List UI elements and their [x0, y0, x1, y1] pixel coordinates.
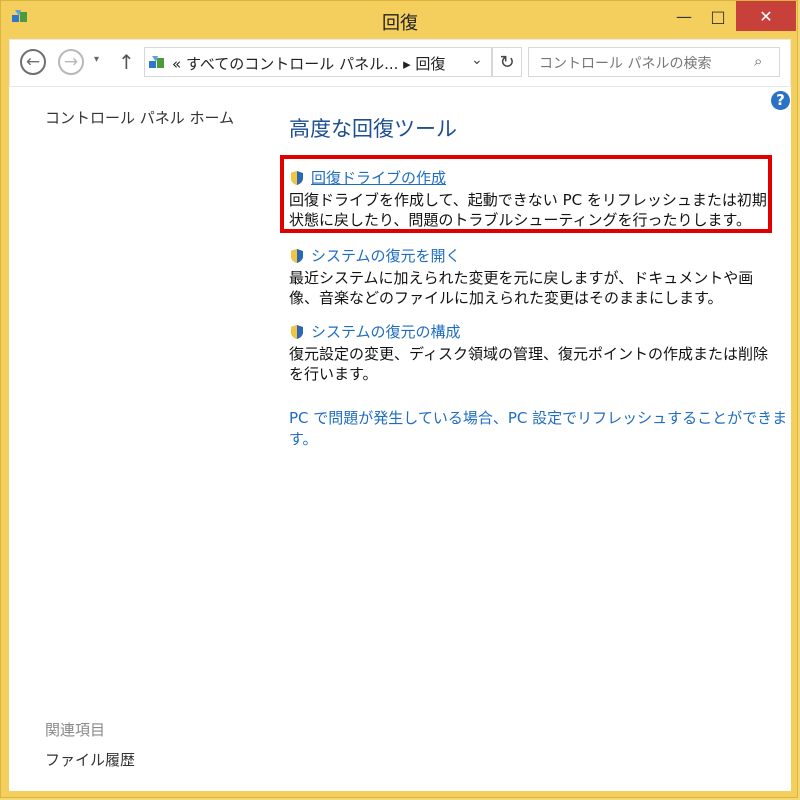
control-panel-window: 回復 — □ ✕ ← → ▾ ↑ « すべてのコントロール パネル... ▸ 回…: [0, 0, 798, 798]
address-dropdown-icon[interactable]: ⌄: [471, 52, 483, 68]
create-recovery-drive-description: 回復ドライブを作成して、起動できない PC をリフレッシュまたは初期状態に戻した…: [289, 191, 767, 229]
title-bar[interactable]: 回復 — □ ✕: [1, 1, 799, 39]
configure-system-restore-label[interactable]: システムの復元の構成: [311, 321, 461, 342]
search-placeholder: コントロール パネルの検索: [539, 56, 712, 72]
create-recovery-drive-link[interactable]: 回復ドライブの作成: [289, 167, 769, 188]
forward-arrow-icon: →: [63, 52, 79, 72]
page-title: 高度な回復ツール: [289, 117, 457, 141]
close-button[interactable]: ✕: [736, 1, 796, 31]
control-panel-home-link[interactable]: コントロール パネル ホーム: [45, 107, 234, 128]
navigation-bar: ← → ▾ ↑ « すべてのコントロール パネル... ▸ 回復 ⌄ ↻ コント…: [9, 39, 791, 87]
control-panel-icon: [149, 56, 164, 68]
open-system-restore-label[interactable]: システムの復元を開く: [311, 245, 461, 266]
shield-icon: [291, 324, 303, 339]
search-input[interactable]: コントロール パネルの検索 ⌕: [528, 47, 780, 77]
shield-icon: [291, 170, 303, 185]
recovery-tool-item: 回復ドライブの作成 回復ドライブを作成して、起動できない PC をリフレッシュま…: [289, 167, 769, 230]
recovery-tool-item: システムの復元を開く 最近システムに加えられた変更を元に戻しますが、ドキュメント…: [289, 245, 769, 308]
help-icon[interactable]: ?: [771, 91, 790, 110]
search-icon[interactable]: ⌕: [754, 52, 762, 70]
back-arrow-icon: ←: [25, 52, 41, 72]
configure-system-restore-link[interactable]: システムの復元の構成: [289, 321, 769, 342]
open-system-restore-description: 最近システムに加えられた変更を元に戻しますが、ドキュメントや画像、音楽などのファ…: [289, 269, 754, 307]
forward-button[interactable]: →: [58, 49, 84, 75]
up-button[interactable]: ↑: [118, 50, 135, 74]
content-area: コントロール パネル ホーム ? 高度な回復ツール 回復ドライブの作成 回復ドラ…: [9, 87, 791, 791]
refresh-button[interactable]: ↻: [492, 47, 522, 77]
create-recovery-drive-label[interactable]: 回復ドライブの作成: [311, 167, 446, 188]
breadcrumb[interactable]: « すべてのコントロール パネル... ▸ 回復: [172, 53, 445, 74]
open-system-restore-link[interactable]: システムの復元を開く: [289, 245, 769, 266]
maximize-button[interactable]: □: [701, 1, 735, 31]
pc-settings-refresh-link[interactable]: PC で問題が発生している場合、PC 設定でリフレッシュすることができます。: [289, 407, 791, 449]
back-button[interactable]: ←: [20, 49, 46, 75]
recent-locations-dropdown[interactable]: ▾: [94, 54, 99, 65]
file-history-link[interactable]: ファイル履歴: [45, 749, 135, 770]
configure-system-restore-description: 復元設定の変更、ディスク領域の管理、復元ポイントの作成または削除を行います。: [289, 345, 768, 383]
shield-icon: [291, 248, 303, 263]
related-items-heading: 関連項目: [45, 721, 106, 739]
address-bar[interactable]: « すべてのコントロール パネル... ▸ 回復 ⌄: [144, 47, 492, 77]
minimize-button[interactable]: —: [667, 1, 701, 31]
recovery-tool-item: システムの復元の構成 復元設定の変更、ディスク領域の管理、復元ポイントの作成また…: [289, 321, 769, 384]
